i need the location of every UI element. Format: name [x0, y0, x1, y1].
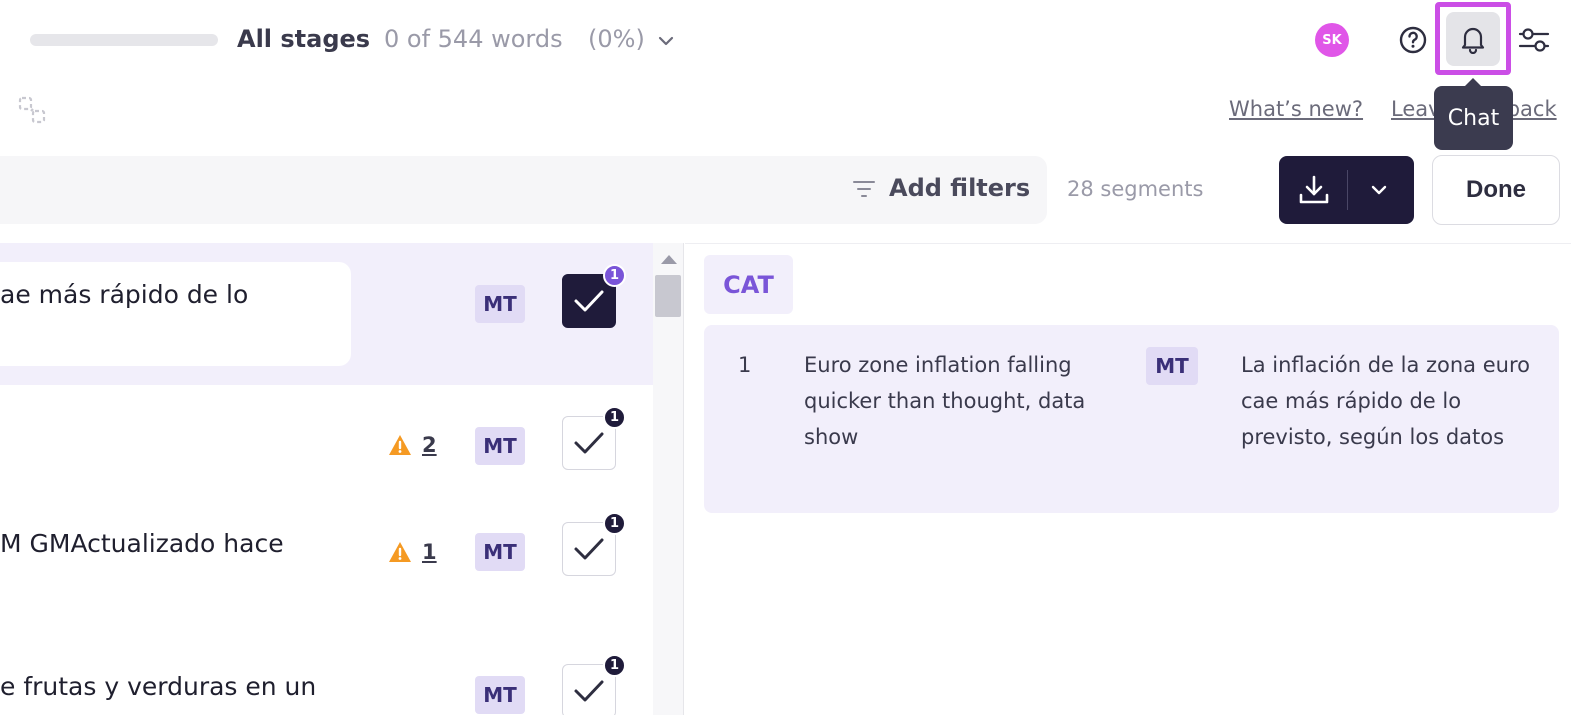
confirm-checkbox[interactable]: 1 [562, 264, 626, 328]
warning-icon [389, 435, 411, 455]
segments-count: 28 segments [1067, 177, 1204, 201]
revision-count-badge: 1 [603, 512, 626, 535]
segment-editor[interactable] [0, 262, 351, 366]
filter-icon[interactable] [852, 179, 876, 199]
segment-target-text[interactable]: M GMActualizado hace [0, 529, 284, 558]
word-percent[interactable]: (0%) [588, 25, 645, 53]
revision-count-badge: 1 [603, 264, 626, 287]
warning-count[interactable]: 2 [422, 433, 437, 457]
qa-warning[interactable]: 2 [388, 433, 437, 457]
settings-sliders-icon[interactable] [1517, 24, 1551, 56]
panel-divider [685, 243, 1571, 244]
help-icon[interactable] [1397, 24, 1429, 56]
broken-link-icon[interactable] [18, 96, 46, 124]
word-count[interactable]: 0 of 544 words [384, 25, 563, 53]
chevron-down-icon[interactable] [1368, 179, 1390, 201]
match-number: 1 [738, 353, 752, 377]
match-target-text[interactable]: La inflación de la zona euro cae más ráp… [1241, 347, 1531, 455]
check-icon [574, 538, 604, 560]
segment-target-text[interactable]: e frutas y verduras en un [0, 672, 316, 701]
mt-badge: MT [475, 427, 525, 465]
mt-badge: MT [1146, 347, 1198, 385]
chat-tooltip: Chat [1434, 78, 1513, 150]
segment-row[interactable]: e frutas y verduras en un MT 1 [0, 635, 653, 715]
stage-selector-label[interactable]: All stages [237, 25, 370, 53]
mt-badge: MT [475, 285, 525, 323]
avatar[interactable]: SK [1315, 23, 1349, 57]
segment-list: ae más rápido de lo MT 1 2 MT 1 M GMActu… [0, 243, 653, 715]
add-filters-button[interactable]: Add filters [889, 174, 1030, 202]
warning-count[interactable]: 1 [422, 540, 437, 564]
check-icon [574, 432, 604, 454]
scroll-thumb[interactable] [655, 275, 681, 317]
segment-row[interactable]: M GMActualizado hace 1 MT 1 [0, 493, 653, 635]
check-icon [574, 680, 604, 702]
segment-target-text[interactable]: ae más rápido de lo [0, 280, 248, 309]
whats-new-link[interactable]: What’s new? [1229, 97, 1363, 121]
segment-list-scrollbar[interactable] [653, 243, 684, 715]
mt-badge: MT [475, 676, 525, 714]
confirm-checkbox[interactable]: 1 [562, 406, 626, 470]
check-icon [574, 290, 604, 312]
qa-warning[interactable]: 1 [388, 540, 437, 564]
confirm-checkbox[interactable]: 1 [562, 654, 626, 715]
bell-icon [1461, 27, 1485, 54]
download-icon [1299, 175, 1329, 204]
progress-bar [30, 34, 218, 46]
segment-row[interactable]: 2 MT 1 [0, 385, 653, 493]
chat-button[interactable] [1446, 12, 1500, 66]
revision-count-badge: 1 [603, 406, 626, 429]
button-divider [1347, 170, 1348, 210]
confirm-checkbox[interactable]: 1 [562, 512, 626, 576]
tab-cat[interactable]: CAT [704, 255, 793, 314]
match-source-text: Euro zone inflation falling quicker than… [804, 353, 1086, 449]
done-button[interactable]: Done [1432, 155, 1560, 225]
segment-row[interactable]: ae más rápido de lo MT 1 [0, 243, 653, 385]
scroll-up-arrow-icon[interactable] [661, 255, 677, 264]
cat-match-card[interactable]: 1 Euro zone inflation falling quicker th… [704, 325, 1559, 513]
chevron-down-icon[interactable] [655, 30, 677, 52]
warning-icon [389, 542, 411, 562]
revision-count-badge: 1 [603, 654, 626, 677]
mt-badge: MT [475, 533, 525, 571]
download-button[interactable] [1279, 156, 1414, 224]
